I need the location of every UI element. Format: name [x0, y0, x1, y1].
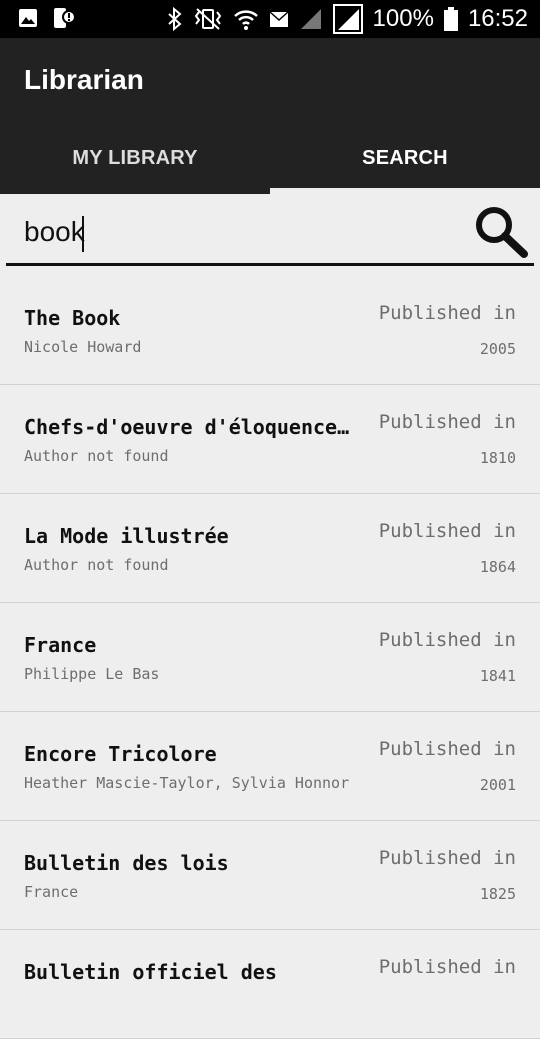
published-label: Published in	[378, 411, 516, 433]
published-label: Published in	[378, 302, 516, 324]
search-icon[interactable]	[470, 202, 532, 260]
phone-alert-icon	[54, 8, 76, 28]
book-author: Author not found	[24, 447, 169, 465]
published-label: Published in	[378, 520, 516, 542]
list-item[interactable]: France Philippe Le Bas Published in 1841	[0, 603, 540, 712]
list-item[interactable]: La Mode illustrée Author not found Publi…	[0, 494, 540, 603]
bluetooth-icon	[167, 7, 182, 31]
tab-search-label: SEARCH	[362, 146, 448, 169]
results-list: The Book Nicole Howard Published in 2005…	[0, 276, 540, 1039]
signal-icon	[332, 4, 363, 34]
status-bar: 100% 16:52	[0, 0, 540, 38]
vibrate-icon	[194, 8, 221, 30]
signal-icon	[300, 9, 321, 29]
book-title: Chefs-d'oeuvre d'éloquence…	[24, 415, 350, 439]
published-label: Published in	[378, 847, 516, 869]
image-icon	[19, 9, 37, 27]
search-input[interactable]	[24, 212, 444, 252]
book-author: Author not found	[24, 556, 169, 574]
clock: 16:52	[467, 5, 528, 32]
battery-percent: 100%	[372, 5, 434, 32]
published-year: 2005	[479, 340, 516, 358]
search-underline	[6, 263, 534, 266]
tab-my-library[interactable]: MY LIBRARY	[0, 122, 270, 194]
list-item[interactable]: The Book Nicole Howard Published in 2005	[0, 276, 540, 385]
list-item[interactable]: Chefs-d'oeuvre d'éloquence… Author not f…	[0, 385, 540, 494]
book-title: The Book	[24, 306, 121, 330]
list-item[interactable]: Bulletin officiel des Published in	[0, 930, 540, 1039]
book-author: Philippe Le Bas	[24, 665, 160, 683]
published-year: 1841	[479, 667, 516, 685]
list-item[interactable]: Bulletin des lois France Published in 18…	[0, 821, 540, 930]
tab-bar: MY LIBRARY SEARCH	[0, 122, 540, 194]
book-title: La Mode illustrée	[24, 524, 229, 548]
app-title: Librarian	[24, 64, 144, 95]
published-year: 2001	[479, 776, 516, 794]
published-label: Published in	[378, 629, 516, 651]
book-author: France	[24, 883, 79, 901]
wifi-icon	[233, 10, 258, 30]
published-year: 1825	[479, 885, 516, 903]
book-title: France	[24, 633, 97, 657]
book-title: Bulletin officiel des	[24, 960, 277, 984]
published-label: Published in	[378, 956, 516, 978]
search-bar	[0, 194, 540, 268]
tab-search[interactable]: SEARCH	[270, 122, 540, 194]
published-label: Published in	[378, 738, 516, 760]
book-title: Bulletin des lois	[24, 851, 229, 875]
book-author: Heather Mascie-Taylor, Sylvia Honnor	[24, 774, 350, 792]
book-author: Nicole Howard	[24, 338, 142, 356]
app-bar: Librarian	[0, 38, 540, 122]
list-item[interactable]: Encore Tricolore Heather Mascie-Taylor, …	[0, 712, 540, 821]
notification-icons	[18, 7, 76, 29]
published-year: 1810	[479, 449, 516, 467]
published-year: 1864	[479, 558, 516, 576]
system-icons: 100% 16:52	[167, 0, 528, 38]
battery-icon	[443, 7, 458, 31]
message-icon	[269, 11, 289, 27]
text-cursor	[82, 216, 84, 252]
book-title: Encore Tricolore	[24, 742, 217, 766]
